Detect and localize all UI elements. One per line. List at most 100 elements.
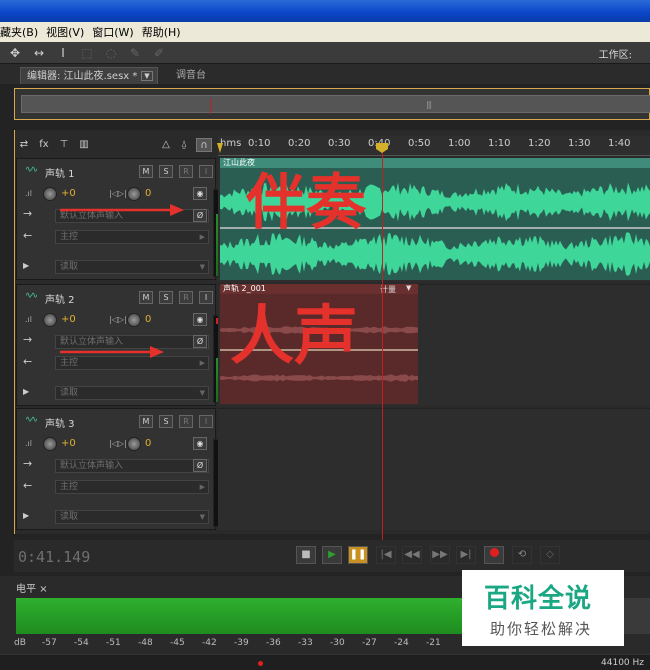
output-arrow-icon: ← (23, 355, 33, 368)
volume-icon: .ıl (25, 189, 32, 198)
db-label: -33 (298, 638, 313, 648)
menu-favorites[interactable]: 藏夹(B) (0, 24, 46, 40)
output-select[interactable]: 主控 ▶ (55, 480, 209, 494)
watermark-title: 百科全说 (484, 584, 593, 614)
tab-mixer[interactable]: 调音台 (170, 67, 212, 84)
play-button[interactable]: ▶ (322, 546, 342, 564)
tuner-icon[interactable]: ⍙ (176, 138, 192, 152)
volume-knob[interactable] (43, 187, 57, 201)
db-label: -21 (426, 638, 441, 648)
output-arrow-icon: ← (23, 479, 33, 492)
chevron-down-icon: ▼ (199, 513, 205, 521)
io-routing-icon[interactable]: ⇄ (16, 138, 32, 152)
lasso-icon[interactable]: ◌ (102, 45, 120, 61)
db-label: -24 (394, 638, 409, 648)
levels-tab[interactable]: 电平 × (16, 580, 48, 595)
db-label: -30 (330, 638, 345, 648)
brush-icon[interactable]: ✎ (126, 45, 144, 61)
track-header-3: ∿∿ 声轨 3 M S R I .ıl +0 |◁▷| 0 ◉ → 默认立体声输… (16, 408, 229, 530)
pause-button[interactable]: ❚❚ (348, 546, 368, 564)
scroll-grip-icon[interactable]: ||| (426, 100, 432, 109)
ruler-label: 1:30 (568, 138, 591, 149)
ruler-label: 1:20 (528, 138, 551, 149)
chevron-right-icon: ▶ (199, 483, 205, 491)
chevron-down-icon[interactable]: ▼ (141, 71, 153, 81)
overview-scrollbar[interactable]: ||| (21, 95, 650, 114)
menu-help[interactable]: 帮助(H) (142, 24, 189, 40)
stop-button[interactable]: ■ (296, 546, 316, 564)
track-name[interactable]: 声轨 1 (45, 165, 75, 180)
menu-window[interactable]: 窗口(W) (92, 24, 141, 40)
expand-icon[interactable]: ▶ (23, 387, 29, 396)
db-label: -39 (234, 638, 249, 648)
mute-button[interactable]: M (139, 415, 153, 428)
track-lane-3[interactable] (218, 408, 650, 530)
input-select[interactable]: 默认立体声输入▶ (55, 459, 209, 473)
automation-select[interactable]: 读取 ▼ (55, 386, 209, 400)
go-to-start-button[interactable]: |◀ (376, 546, 396, 564)
marquee-icon[interactable]: ⬚ (78, 45, 96, 61)
eq-icon[interactable]: ▥ (76, 138, 92, 152)
record-arm-button[interactable]: R (179, 415, 193, 428)
headphones-icon[interactable]: ∩ (196, 138, 212, 152)
volume-icon: .ıl (25, 439, 32, 448)
volume-knob[interactable] (43, 313, 57, 327)
pan-knob[interactable] (127, 437, 141, 451)
effects-icon[interactable]: fx (36, 138, 52, 152)
loop-button[interactable]: ⟲ (512, 546, 532, 564)
input-monitor-button[interactable]: I (199, 415, 213, 428)
automation-label: 读取 (60, 512, 79, 522)
input-monitor-button[interactable]: I (199, 165, 213, 178)
watermark: 百科全说 助你轻松解决 (462, 570, 624, 646)
ruler-label: 0:50 (408, 138, 431, 149)
session-overview[interactable]: ||| (14, 88, 650, 120)
ruler-label: 0:20 (288, 138, 311, 149)
pan-icon: |◁▷| (109, 439, 127, 448)
track-name[interactable]: 声轨 3 (45, 415, 75, 430)
tool-bar: ✥ ↔ I ⬚ ◌ ✎ ✐ 工作区: (0, 42, 650, 64)
rewind-button[interactable]: ◀◀ (402, 546, 422, 564)
record-button[interactable] (484, 546, 504, 564)
input-monitor-button[interactable]: I (199, 291, 213, 304)
stereo-button[interactable]: ◉ (193, 437, 207, 450)
expand-icon[interactable]: ▶ (23, 261, 29, 270)
record-indicator (258, 661, 263, 666)
phase-invert-button[interactable]: Ø (193, 459, 207, 472)
overview-playhead (210, 98, 211, 114)
record-arm-button[interactable]: R (179, 165, 193, 178)
volume-knob[interactable] (43, 437, 57, 451)
pan-icon: |◁▷| (109, 189, 127, 198)
db-label: -48 (138, 638, 153, 648)
db-label: -54 (74, 638, 89, 648)
ruler-unit: hms (220, 138, 242, 149)
chevron-down-icon[interactable]: ▼ (406, 284, 411, 292)
record-icon (489, 548, 499, 557)
volume-value[interactable]: +0 (61, 438, 76, 449)
chevron-right-icon: ▶ (199, 359, 205, 367)
close-icon[interactable]: × (39, 584, 47, 595)
healing-icon[interactable]: ✐ (150, 45, 168, 61)
time-ruler[interactable]: hms 0:10 0:20 0:30 0:40 0:50 1:00 1:10 1… (218, 136, 650, 156)
sends-icon[interactable]: ⊤ (56, 138, 72, 152)
fast-forward-button[interactable]: ▶▶ (430, 546, 450, 564)
chevron-right-icon: ▶ (199, 233, 205, 241)
solo-button[interactable]: S (159, 415, 173, 428)
db-label: -57 (42, 638, 57, 648)
metronome-icon[interactable]: △ (158, 138, 174, 152)
automation-select[interactable]: 读取 ▼ (55, 510, 209, 524)
expand-icon[interactable]: ▶ (23, 511, 29, 520)
db-label: -51 (106, 638, 121, 648)
text-cursor-icon[interactable]: I (54, 45, 72, 61)
ruler-label: 1:10 (488, 138, 511, 149)
menu-view[interactable]: 视图(V) (46, 24, 92, 40)
go-to-end-button[interactable]: ▶| (456, 546, 476, 564)
move-tool-icon[interactable]: ✥ (6, 45, 24, 61)
solo-button[interactable]: S (159, 165, 173, 178)
tab-editor[interactable]: 编辑器: 江山此夜.sesx * ▼ (20, 67, 158, 84)
panel-tabs: 编辑器: 江山此夜.sesx * ▼ 调音台 (0, 64, 650, 84)
workspace-label: 工作区: (598, 50, 632, 61)
mute-button[interactable]: M (139, 165, 153, 178)
pan-value[interactable]: 0 (145, 438, 151, 449)
skip-button[interactable]: ◇ (540, 546, 560, 564)
time-selection-icon[interactable]: ↔ (30, 45, 48, 61)
